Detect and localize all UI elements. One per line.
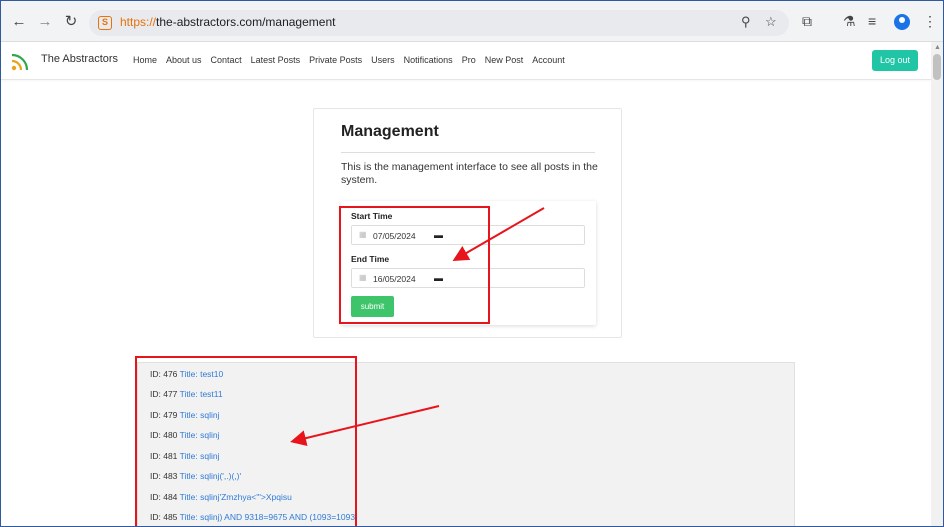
annotation-arrow-form [452, 207, 545, 262]
annotation-arrow-results [290, 405, 440, 446]
screenshot-frame: ← → ↻ S https://the-abstractors.com/mana… [0, 0, 944, 527]
annotation-arrows [290, 207, 545, 446]
